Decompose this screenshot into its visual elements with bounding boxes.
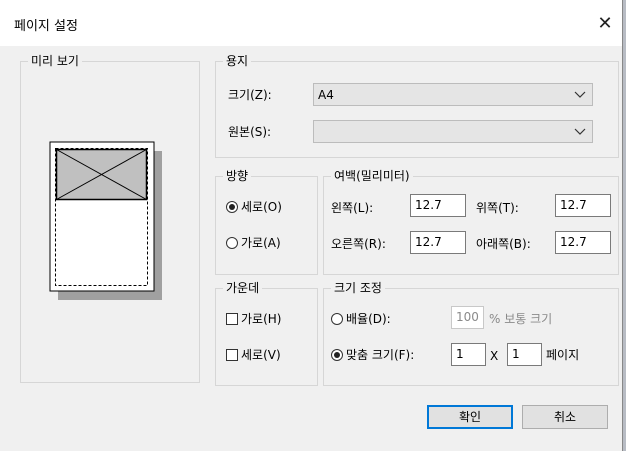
ok-button[interactable]: 확인 — [427, 405, 513, 429]
right-margin-input[interactable]: 12.7 — [410, 231, 466, 254]
bottom-margin-input[interactable]: 12.7 — [555, 231, 611, 254]
chevron-down-icon — [574, 91, 586, 98]
margins-label: 여백(밀리미터) — [331, 169, 413, 183]
orientation-label: 방향 — [223, 169, 252, 183]
source-label: 원본(S): — [228, 125, 272, 139]
fit-label[interactable]: 맞춤 크기(F): — [346, 348, 414, 362]
adjust-percent-input[interactable]: 100 — [451, 306, 484, 329]
center-horizontal-label[interactable]: 가로(H) — [241, 312, 281, 326]
top-margin-input[interactable]: 12.7 — [555, 194, 611, 217]
fit-suffix: 페이지 — [546, 348, 580, 362]
fit-x-label: X — [490, 349, 499, 363]
paper-size-value: A4 — [318, 88, 334, 102]
top-margin-label: 위쪽(T): — [476, 201, 519, 215]
title-bar: 페이지 설정 ✕ — [0, 0, 622, 46]
scaling-group: 크기 조정 — [323, 281, 619, 386]
left-margin-input[interactable]: 12.7 — [410, 194, 466, 217]
fit-tall-input[interactable]: 1 — [507, 343, 542, 366]
paper-source-select[interactable] — [313, 120, 593, 143]
preview-group: 미리 보기 — [20, 54, 200, 383]
chevron-down-icon — [574, 128, 586, 135]
landscape-radio[interactable] — [226, 237, 238, 249]
center-vertical-checkbox[interactable] — [226, 349, 238, 361]
adjust-label[interactable]: 배율(D): — [346, 312, 391, 326]
dialog-title: 페이지 설정 — [14, 19, 78, 34]
portrait-radio[interactable] — [226, 201, 238, 213]
adjust-suffix: % 보통 크기 — [489, 312, 553, 326]
landscape-label[interactable]: 가로(A) — [241, 236, 281, 250]
page-setup-dialog: 페이지 설정 ✕ 미리 보기 용지 크기(Z): A4 원본(S): 방향 세로… — [0, 0, 623, 451]
margins-group: 여백(밀리미터) — [323, 169, 619, 275]
scaling-label: 크기 조정 — [331, 281, 385, 295]
page-preview — [49, 141, 162, 300]
paper-size-select[interactable]: A4 — [313, 83, 593, 106]
orientation-group: 방향 — [215, 169, 318, 275]
portrait-label[interactable]: 세로(O) — [241, 200, 282, 214]
left-margin-label: 왼쪽(L): — [331, 201, 374, 215]
fit-radio[interactable] — [331, 349, 343, 361]
cancel-button[interactable]: 취소 — [522, 405, 608, 429]
fit-wide-input[interactable]: 1 — [451, 343, 486, 366]
centering-label: 가운데 — [223, 281, 263, 295]
center-horizontal-checkbox[interactable] — [226, 313, 238, 325]
adjust-radio[interactable] — [331, 313, 343, 325]
right-margin-label: 오른쪽(R): — [331, 237, 386, 251]
paper-group: 용지 — [215, 54, 619, 158]
size-label: 크기(Z): — [228, 88, 272, 102]
center-vertical-label[interactable]: 세로(V) — [241, 348, 281, 362]
close-button[interactable]: ✕ — [590, 12, 620, 36]
centering-group: 가운데 — [215, 281, 318, 386]
bottom-margin-label: 아래쪽(B): — [476, 237, 531, 251]
paper-label: 용지 — [223, 54, 252, 68]
